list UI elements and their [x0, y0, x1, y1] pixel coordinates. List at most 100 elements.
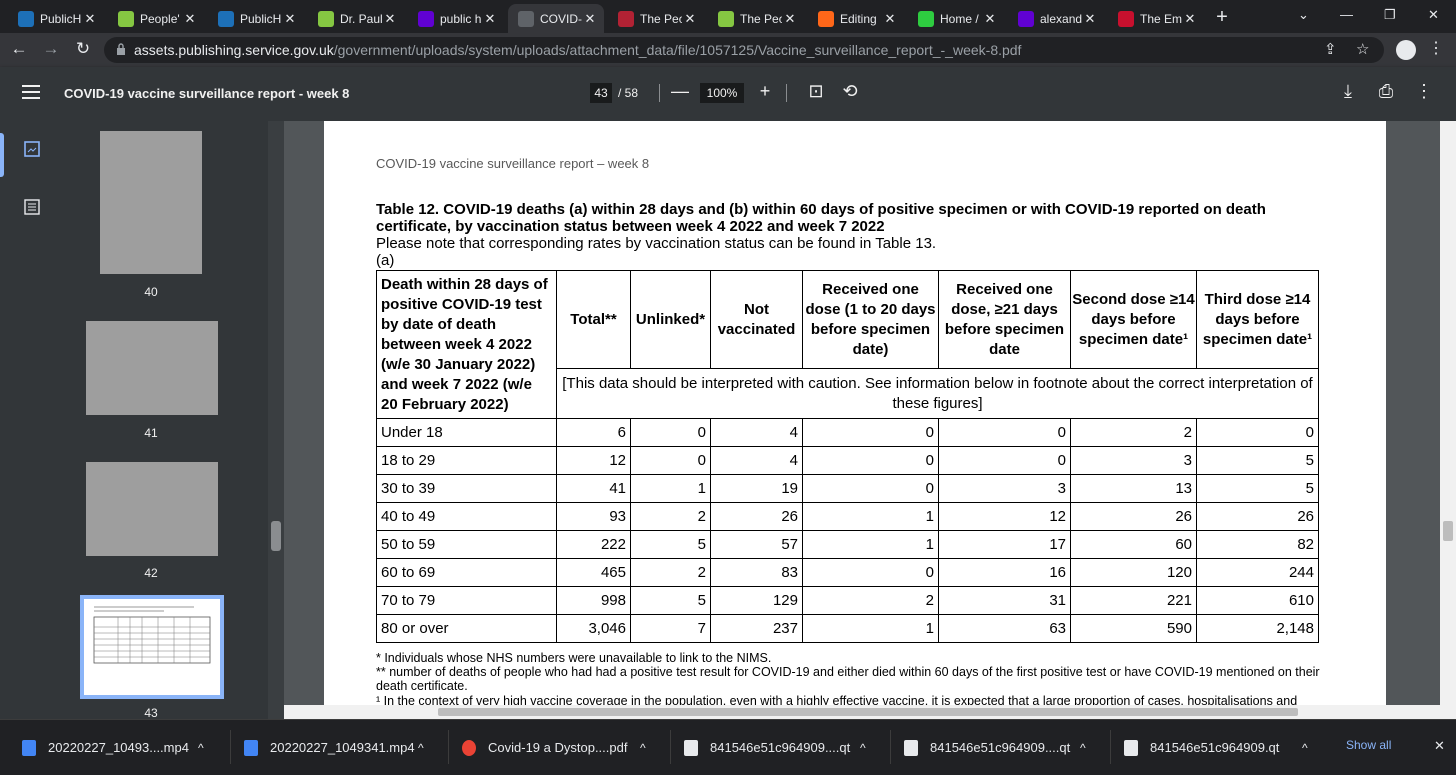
download-options-chevron-icon[interactable]: ^	[198, 720, 204, 775]
download-divider	[230, 730, 231, 764]
chrome-menu-icon[interactable]: ⋮	[1428, 38, 1444, 58]
tab-title: Home /	[940, 11, 979, 26]
tab-close-icon[interactable]: ✕	[882, 11, 898, 27]
profile-avatar[interactable]	[1396, 40, 1416, 60]
browser-tab[interactable]: The Em ✕	[1108, 4, 1204, 33]
value-cell: 5	[1196, 446, 1319, 475]
age-group-cell: 50 to 59	[376, 530, 557, 559]
page-thumbnail-42[interactable]	[86, 462, 218, 556]
browser-tab[interactable]: Editing ✕	[808, 4, 904, 33]
tab-search-icon[interactable]: ⌄	[1298, 7, 1309, 23]
tab-close-icon[interactable]: ✕	[1082, 11, 1098, 27]
page-thumbnail-41[interactable]	[86, 321, 218, 415]
share-icon[interactable]: ⇪	[1324, 40, 1337, 58]
sidebar-scrollbar[interactable]	[268, 121, 284, 719]
tab-close-icon[interactable]: ✕	[182, 11, 198, 27]
tab-close-icon[interactable]: ✕	[782, 11, 798, 27]
bi-icon	[1118, 10, 1134, 27]
browser-tab[interactable]: COVID- ✕	[508, 4, 604, 33]
download-icon[interactable]: ⤓	[1336, 81, 1360, 102]
viewer-vertical-scrollbar[interactable]	[1440, 121, 1456, 719]
browser-tab[interactable]: The Peo ✕	[608, 4, 704, 33]
value-cell: 26	[1070, 502, 1197, 531]
document-title: COVID-19 vaccine surveillance report - w…	[64, 86, 350, 101]
download-options-chevron-icon[interactable]: ^	[1302, 720, 1308, 775]
outline-icon[interactable]	[24, 199, 40, 215]
browser-tab[interactable]: PublicH ✕	[8, 4, 104, 33]
tab-title: People'	[140, 11, 180, 26]
zoom-input[interactable]: 100%	[700, 83, 744, 103]
thumbnails-icon[interactable]	[24, 141, 40, 157]
browser-tab[interactable]: PublicH ✕	[208, 4, 304, 33]
browser-tab[interactable]: public h ✕	[408, 4, 504, 33]
window-close-icon[interactable]: ✕	[1428, 7, 1439, 23]
restore-icon[interactable]: ❐	[1384, 7, 1396, 23]
tab-title: PublicH	[240, 11, 282, 26]
download-item[interactable]: 841546e51c964909.qt	[1124, 720, 1279, 775]
download-options-chevron-icon[interactable]: ^	[860, 720, 866, 775]
download-options-chevron-icon[interactable]: ^	[640, 720, 646, 775]
tab-close-icon[interactable]: ✕	[1182, 11, 1198, 27]
tab-title: The Peo	[640, 11, 682, 26]
show-all-button[interactable]: Show all	[1346, 738, 1391, 752]
close-download-bar-icon[interactable]: ✕	[1434, 738, 1445, 754]
age-group-cell: 80 or over	[376, 614, 557, 643]
browser-tab[interactable]: alexand ✕	[1008, 4, 1104, 33]
viewer-horizontal-scrollbar[interactable]	[284, 705, 1440, 719]
tab-close-icon[interactable]: ✕	[982, 11, 998, 27]
bookmark-star-icon[interactable]: ☆	[1356, 40, 1369, 58]
tab-close-icon[interactable]: ✕	[382, 11, 398, 27]
new-tab-button[interactable]: +	[1212, 6, 1232, 29]
footnote: ** number of deaths of people who had ha…	[376, 665, 1320, 693]
tab-close-icon[interactable]: ✕	[282, 11, 298, 27]
download-options-chevron-icon[interactable]: ^	[1080, 720, 1086, 775]
browser-tab[interactable]: Home / ✕	[908, 4, 1004, 33]
browser-tab[interactable]: The Peo ✕	[708, 4, 804, 33]
tab-close-icon[interactable]: ✕	[482, 11, 498, 27]
minimize-icon[interactable]: —	[1340, 7, 1353, 22]
more-actions-icon[interactable]: ⋮	[1412, 81, 1436, 102]
download-item[interactable]: 841546e51c964909....qt	[904, 720, 1070, 775]
tab-close-icon[interactable]: ✕	[582, 11, 598, 27]
value-cell: 16	[938, 558, 1071, 587]
value-cell: 19	[710, 474, 803, 503]
zoom-out-icon[interactable]: —	[668, 81, 692, 102]
yahoo-icon	[418, 10, 434, 27]
reload-icon[interactable]: ↻	[72, 39, 94, 59]
browser-tab[interactable]: People' ✕	[108, 4, 204, 33]
value-cell: 83	[710, 558, 803, 587]
download-item[interactable]: 841546e51c964909....qt	[684, 720, 850, 775]
fit-page-icon[interactable]: ⊡	[804, 81, 828, 102]
download-divider	[448, 730, 449, 764]
url-text[interactable]: assets.publishing.service.gov.uk/governm…	[134, 42, 1021, 58]
table-row: 30 to 39 41 1 19 0 3 13 5	[376, 474, 1319, 503]
download-item[interactable]: 20220227_10493....mp4	[22, 720, 189, 775]
omnibox[interactable]: assets.publishing.service.gov.uk/governm…	[104, 37, 1384, 63]
forward-icon[interactable]: →	[40, 39, 62, 59]
age-group-cell: 60 to 69	[376, 558, 557, 587]
download-item[interactable]: Covid-19 a Dystop....pdf	[462, 720, 627, 775]
browser-tab[interactable]: Dr. Paul ✕	[308, 4, 404, 33]
value-cell: 6	[556, 418, 631, 447]
value-cell: 2	[630, 558, 711, 587]
download-divider	[1110, 730, 1111, 764]
download-item[interactable]: 20220227_1049341.mp4	[244, 720, 415, 775]
print-icon[interactable]: ⎙	[1374, 81, 1398, 102]
file-icon	[1124, 739, 1138, 756]
back-icon[interactable]: ←	[8, 39, 30, 59]
download-options-chevron-icon[interactable]: ^	[418, 720, 424, 775]
ukhsa-icon	[218, 10, 234, 27]
rotate-icon[interactable]: ⟲	[838, 81, 862, 102]
zoom-in-icon[interactable]: +	[753, 81, 777, 102]
value-cell: 2,148	[1196, 614, 1319, 643]
table-row: 70 to 79 998 5 129 2 31 221 610	[376, 586, 1319, 615]
tab-close-icon[interactable]: ✕	[82, 11, 98, 27]
page-total: / 58	[618, 86, 639, 100]
menu-icon[interactable]	[22, 85, 40, 99]
page-thumbnail-40[interactable]	[100, 131, 202, 274]
tab-close-icon[interactable]: ✕	[682, 11, 698, 27]
page-number-input[interactable]: 43	[590, 83, 612, 103]
page-thumbnail-43[interactable]	[80, 595, 224, 699]
value-cell: 1	[802, 614, 939, 643]
value-cell: 0	[938, 446, 1071, 475]
